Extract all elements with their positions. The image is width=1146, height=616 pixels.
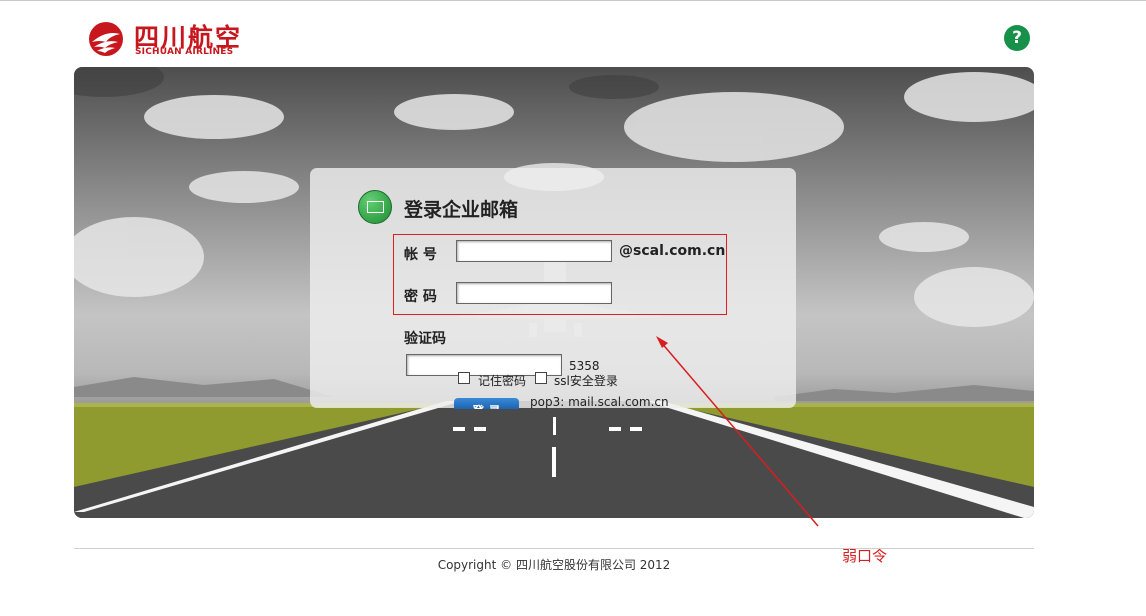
annotation-arrow (656, 336, 819, 527)
copyright-text: Copyright © 四川航空股份有限公司 2012 (437, 558, 671, 572)
footer-divider (74, 548, 1034, 549)
